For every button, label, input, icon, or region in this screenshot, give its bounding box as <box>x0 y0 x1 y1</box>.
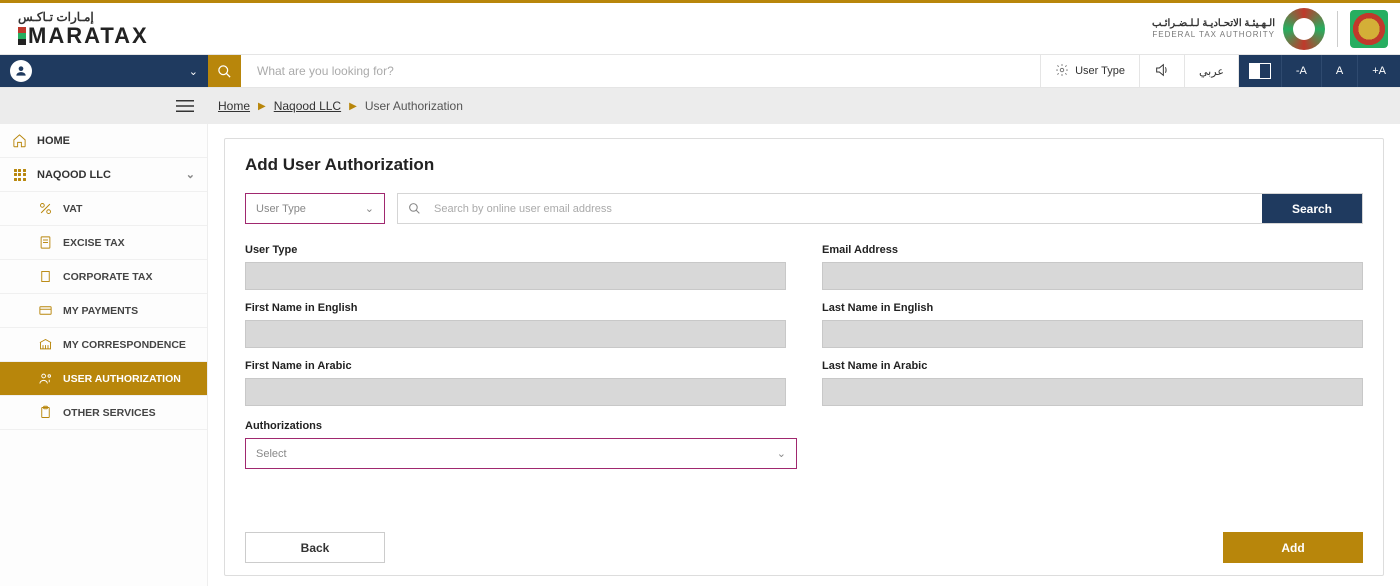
gear-icon <box>1055 63 1069 80</box>
main-content: Add User Authorization User Type ⌄ Searc… <box>208 124 1400 586</box>
user-profile-menu[interactable]: ⌄ <box>0 55 208 87</box>
lastname-ar-value <box>822 378 1363 406</box>
add-button[interactable]: Add <box>1223 532 1363 563</box>
search-icon <box>398 194 430 223</box>
authorizations-select[interactable]: Select ⌄ <box>245 438 797 469</box>
email-search-wrap: Search <box>397 193 1363 224</box>
crumb-current: User Authorization <box>365 99 463 113</box>
sidebar-toggle[interactable] <box>0 99 208 113</box>
authority-logos: الـهـيئـة الاتحـاديـة لـلـضـرائـب FEDERA… <box>1152 8 1388 50</box>
crumb-home[interactable]: Home <box>218 99 250 113</box>
global-search-input[interactable] <box>241 55 1040 87</box>
font-normal-button[interactable]: A <box>1321 55 1357 87</box>
user-type-menu[interactable]: User Type <box>1040 55 1139 87</box>
language-toggle[interactable]: عربي <box>1184 55 1238 87</box>
breadcrumb-bar: Home ▶ Naqood LLC ▶ User Authorization <box>0 88 1400 124</box>
chevron-down-icon: ⌄ <box>365 202 374 215</box>
chevron-down-icon: ⌄ <box>777 447 786 460</box>
top-toolbar: ⌄ User Type عربي -A A +A <box>0 55 1400 88</box>
add-user-auth-card: Add User Authorization User Type ⌄ Searc… <box>224 138 1384 576</box>
user-type-select[interactable]: User Type ⌄ <box>245 193 385 224</box>
font-decrease-button[interactable]: -A <box>1281 55 1321 87</box>
crumb-company[interactable]: Naqood LLC <box>274 99 341 113</box>
field-lastname-en: Last Name in English <box>822 302 1363 348</box>
sidebar-item-company[interactable]: NAQOOD LLC ⌄ <box>0 158 207 192</box>
grid-icon <box>12 167 27 182</box>
sidebar: HOME NAQOOD LLC ⌄ VAT EXCISE TAX CORPORA… <box>0 124 208 586</box>
field-authorizations: Authorizations Select ⌄ <box>245 420 1363 469</box>
clipboard-icon <box>38 405 53 420</box>
sidebar-item-excise[interactable]: EXCISE TAX <box>0 226 207 260</box>
search-button[interactable]: Search <box>1262 194 1362 223</box>
fta-logo-icon <box>1283 8 1325 50</box>
avatar-icon <box>10 60 32 82</box>
card-icon <box>38 303 53 318</box>
sidebar-item-other[interactable]: OTHER SERVICES <box>0 396 207 430</box>
global-search <box>241 55 1040 87</box>
back-button[interactable]: Back <box>245 532 385 563</box>
firstname-en-value <box>245 320 786 348</box>
email-value <box>822 262 1363 290</box>
field-email: Email Address <box>822 244 1363 290</box>
fta-text: الـهـيئـة الاتحـاديـة لـلـضـرائـب FEDERA… <box>1152 17 1275 40</box>
action-buttons: Back Add <box>245 520 1363 563</box>
page-title: Add User Authorization <box>245 155 1363 175</box>
sidebar-item-vat[interactable]: VAT <box>0 192 207 226</box>
percent-icon <box>38 201 53 216</box>
bank-icon <box>38 337 53 352</box>
chevron-right-icon: ▶ <box>349 101 357 112</box>
sound-button[interactable] <box>1139 55 1184 87</box>
chevron-down-icon: ⌄ <box>189 65 198 78</box>
sidebar-item-home[interactable]: HOME <box>0 124 207 158</box>
brand-main: MARATAX <box>18 25 149 47</box>
field-user-type: User Type <box>245 244 786 290</box>
global-search-button[interactable] <box>208 55 241 87</box>
speaker-icon <box>1154 62 1170 81</box>
contrast-icon <box>1249 63 1271 79</box>
firstname-ar-value <box>245 378 786 406</box>
chevron-down-icon: ⌄ <box>186 168 195 181</box>
home-icon <box>12 133 27 148</box>
sidebar-item-authorization[interactable]: USER AUTHORIZATION <box>0 362 207 396</box>
email-search-input[interactable] <box>430 194 1262 223</box>
lastname-en-value <box>822 320 1363 348</box>
uae-emblem-icon <box>1350 10 1388 48</box>
chevron-right-icon: ▶ <box>258 101 266 112</box>
filter-row: User Type ⌄ Search <box>245 193 1363 224</box>
document-icon <box>38 235 53 250</box>
sidebar-item-payments[interactable]: MY PAYMENTS <box>0 294 207 328</box>
contrast-toggle[interactable] <box>1238 55 1281 87</box>
brand-logo: إمـارات تـاكـس MARATAX <box>18 11 149 47</box>
field-firstname-ar: First Name in Arabic <box>245 360 786 406</box>
breadcrumb: Home ▶ Naqood LLC ▶ User Authorization <box>208 99 463 113</box>
field-firstname-en: First Name in English <box>245 302 786 348</box>
logo-bar: إمـارات تـاكـس MARATAX الـهـيئـة الاتحـا… <box>0 3 1400 55</box>
font-increase-button[interactable]: +A <box>1357 55 1400 87</box>
details-form: User Type Email Address First Name in En… <box>245 244 1363 406</box>
user-type-value <box>245 262 786 290</box>
hamburger-icon <box>176 99 194 113</box>
sidebar-item-correspondence[interactable]: MY CORRESPONDENCE <box>0 328 207 362</box>
brand-arabic: إمـارات تـاكـس <box>18 11 149 23</box>
sidebar-item-corporate[interactable]: CORPORATE TAX <box>0 260 207 294</box>
user-auth-icon <box>38 371 53 386</box>
building-icon <box>38 269 53 284</box>
field-lastname-ar: Last Name in Arabic <box>822 360 1363 406</box>
